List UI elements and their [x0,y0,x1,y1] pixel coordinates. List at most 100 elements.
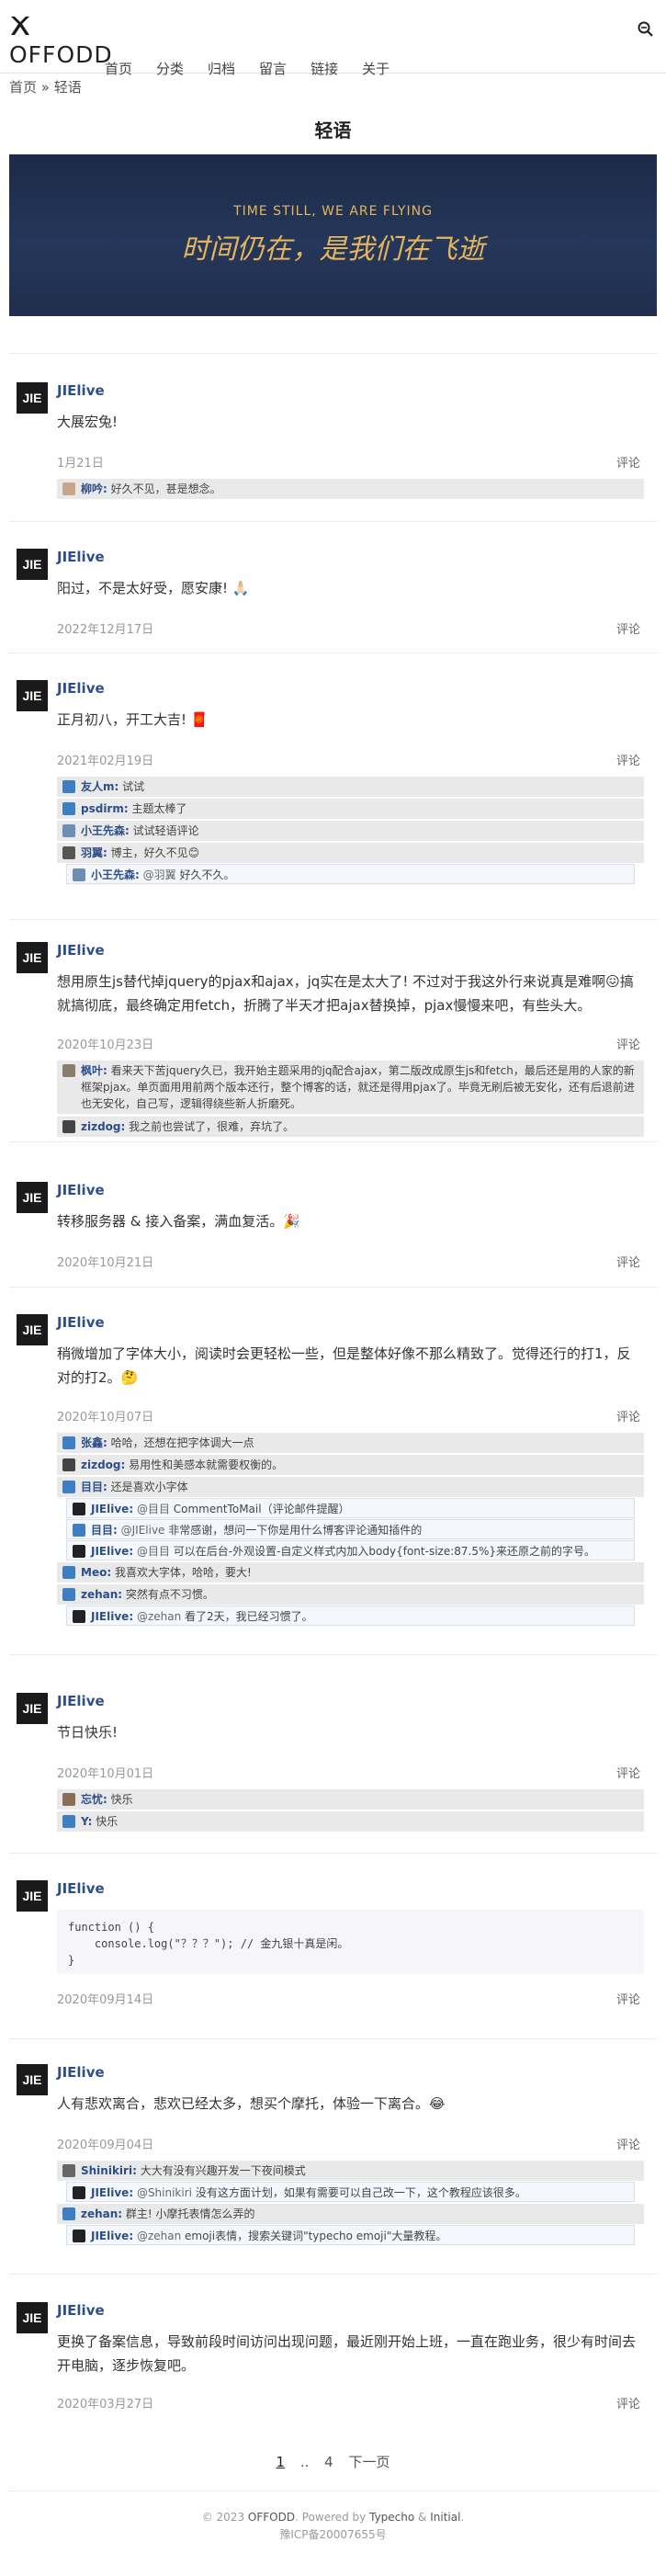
comment-author[interactable]: zehan: [81,2207,122,2220]
post-author[interactable]: JIElive [57,2064,105,2081]
comment-author[interactable]: psdirm: [81,802,129,815]
comment-author[interactable]: 忘忧: [81,1793,107,1806]
commenter-avatar [73,1503,85,1515]
comment-link[interactable]: 评论 [616,1407,640,1424]
nav-item-home[interactable]: 首页 [105,59,132,78]
comment-author[interactable]: JIElive: [91,1503,133,1515]
avatar: JIE [17,549,48,580]
comment-author[interactable]: 柳吟: [81,482,107,495]
comment-link[interactable]: 评论 [616,453,640,471]
comment-author[interactable]: 目目: [91,1524,118,1537]
footer-site-link[interactable]: OFFODD [248,2511,295,2524]
comment-text: 博主，好久不见😊 [107,846,200,859]
comment-item: Y: 快乐 [57,1811,644,1832]
post-author[interactable]: JIElive [57,2302,105,2319]
site-name[interactable]: OFFODD [9,43,113,66]
comment-author[interactable]: JIElive: [91,2186,133,2199]
comment-text: 还是喜欢小字体 [107,1481,188,1493]
comment-link[interactable]: 评论 [616,2135,640,2152]
comment-author[interactable]: 小王先森: [91,868,140,881]
comment-author[interactable]: zizdog: [81,1120,125,1133]
post-author[interactable]: JIElive [57,680,105,697]
post-author[interactable]: JIElive [57,1314,105,1331]
initial-link[interactable]: Initial [430,2511,460,2524]
commenter-avatar [73,1610,85,1623]
comment-author[interactable]: 羽翼: [81,846,107,859]
comment-link[interactable]: 评论 [616,2394,640,2411]
page-next[interactable]: 下一页 [348,2454,389,2470]
comment-author[interactable]: 目目: [81,1481,107,1493]
main-nav: 首页 分类 归档 留言 链接 关于 [105,59,389,78]
comment-reply: 目目: @JIElive 非常感谢，想问一下你是用什么博客评论通知插件的 [66,1519,635,1539]
page-last[interactable]: 4 [324,2454,333,2470]
comment-author[interactable]: 枫叶: [81,1064,107,1077]
nav-item-guestbook[interactable]: 留言 [259,59,287,78]
post-date: 2021年02月19日 [57,755,154,768]
comment-author[interactable]: zizdog: [81,1458,125,1471]
comment-item: 柳吟: 好久不见，甚是想念。 [57,479,644,499]
comment-item: 羽翼: 博主，好久不见😊 [57,843,644,863]
comment-reply: JIElive: @Shinikiri 没有这方面计划，如果有需要可以自己改一下… [66,2182,635,2202]
comment-author[interactable]: JIElive: [91,1545,133,1558]
comment-item: zizdog: 我之前也尝试了，很难，弃坑了。 [57,1117,644,1137]
comment-text: 突然有点不习惯。 [122,1588,214,1601]
comment-author[interactable]: JIElive: [91,1610,133,1623]
avatar: JIE [17,382,48,414]
comment-author[interactable]: 友人m: [81,780,119,793]
comment-link[interactable]: 评论 [616,1764,640,1781]
reply-to[interactable]: @JIElive [118,1524,165,1537]
breadcrumb: 首页 » 轻语 [9,77,82,96]
post-author[interactable]: JIElive [57,942,105,959]
post-author[interactable]: JIElive [57,1880,105,1897]
comment-link[interactable]: 评论 [616,1253,640,1270]
comment-item: Shinikiri: 大大有没有兴趣开发一下夜间模式 [57,2161,644,2181]
nav-item-archive[interactable]: 归档 [208,59,235,78]
banner-chinese-text: 时间仍在，是我们在飞逝 [181,233,485,266]
post-date: 2020年03月27日 [57,2398,154,2411]
post-date: 2020年09月04日 [57,2139,154,2152]
commenter-avatar [62,1458,75,1471]
reply-to[interactable]: @羽翼 [140,868,176,881]
post-author[interactable]: JIElive [57,1182,105,1198]
comment-text: emoji表情，搜索关键词"typecho emoji"大量教程。 [181,2230,447,2242]
comment-text: CommentToMail（评论邮件提醒） [169,1503,350,1515]
commenter-avatar [73,2230,85,2242]
comment-text: 快乐 [92,1815,119,1828]
divider [9,353,657,354]
avatar: JIE [17,942,48,973]
comment-link[interactable]: 评论 [616,619,640,637]
page-current[interactable]: 1 [277,2454,286,2470]
nav-item-category[interactable]: 分类 [156,59,184,78]
typecho-link[interactable]: Typecho [369,2511,414,2524]
logo-icon[interactable] [9,15,31,37]
comment-link[interactable]: 评论 [616,1035,640,1052]
comment-author[interactable]: 小王先森: [81,824,130,837]
post-date: 2020年10月23日 [57,1038,154,1052]
reply-to[interactable]: @Shinikiri [133,2186,192,2199]
comment-link[interactable]: 评论 [616,1990,640,2007]
avatar: JIE [17,1693,48,1724]
post-content: 节日快乐! [57,1724,119,1741]
comment-author[interactable]: JIElive: [91,2230,133,2242]
post-author[interactable]: JIElive [57,549,105,565]
post-date: 2022年12月17日 [57,623,154,637]
comment-author[interactable]: Shinikiri: [81,2164,137,2177]
comment-author[interactable]: zehan: [81,1588,122,1601]
comment-author[interactable]: Meo: [81,1566,111,1579]
reply-to[interactable]: @目目 [133,1503,170,1515]
reply-to[interactable]: @zehan [133,2230,181,2242]
comment-text: 看来天下苦jquery久已，我开始主题采用的jq配合ajax，第二版改成原生js… [81,1064,635,1110]
breadcrumb-home[interactable]: 首页 [9,79,37,96]
comment-author[interactable]: 张鑫: [81,1436,107,1449]
reply-to[interactable]: @zehan [133,1610,181,1623]
post-author[interactable]: JIElive [57,1693,105,1709]
comment-author[interactable]: Y: [81,1815,92,1828]
nav-item-links[interactable]: 链接 [310,59,338,78]
icp-record[interactable]: 豫ICP备20007655号 [0,2526,666,2544]
nav-item-about[interactable]: 关于 [362,59,389,78]
comment-text: 易用性和美感本就需要权衡的。 [125,1458,284,1471]
comment-link[interactable]: 评论 [616,751,640,768]
search-icon[interactable] [637,20,655,39]
post-author[interactable]: JIElive [57,382,105,399]
reply-to[interactable]: @目目 [133,1545,170,1558]
